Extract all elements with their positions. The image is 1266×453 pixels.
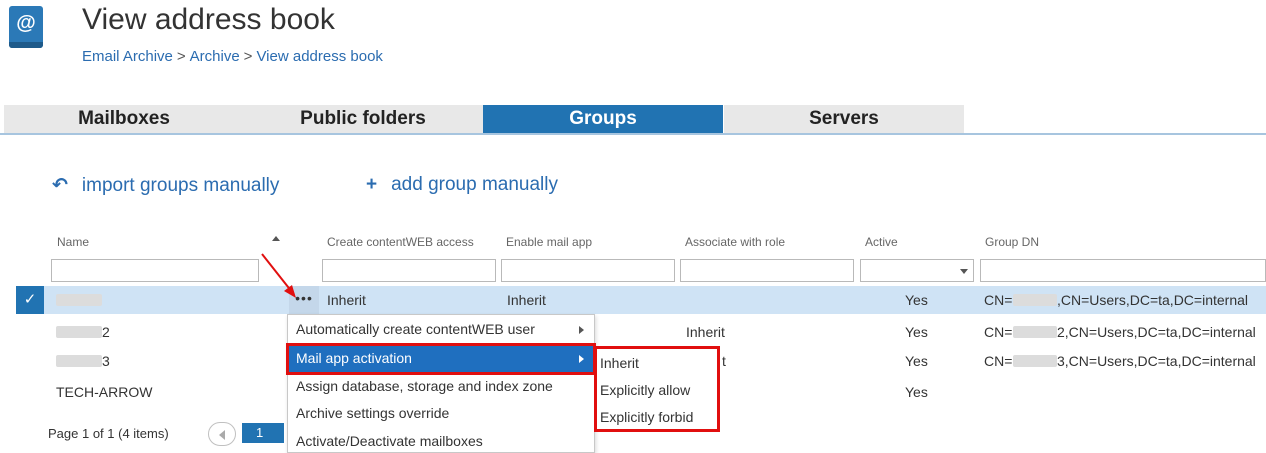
cell-name: 2 xyxy=(102,324,110,340)
cell-create-access: Inherit xyxy=(327,292,366,308)
breadcrumb-view-address-book[interactable]: View address book xyxy=(256,48,382,65)
cell-group-dn-prefix: CN= xyxy=(984,353,1013,369)
cell-group-dn-suffix: 3,CN=Users,DC=ta,DC=internal xyxy=(1057,353,1256,369)
cell-active: Yes xyxy=(905,292,928,308)
cell-role: Inherit xyxy=(686,324,725,340)
submenu-item-explicitly-allow[interactable]: Explicitly allow xyxy=(600,378,718,403)
breadcrumb: Email Archive > Archive > View address book xyxy=(82,48,383,65)
breadcrumb-separator: > xyxy=(243,48,253,65)
cell-group-dn-prefix: CN= xyxy=(984,292,1013,308)
filter-role-input[interactable] xyxy=(680,259,854,282)
cell-name: TECH-ARROW xyxy=(56,384,153,400)
tab-bar-underline xyxy=(0,133,1266,135)
redacted-name xyxy=(56,294,102,306)
cell-group-dn-suffix: ,CN=Users,DC=ta,DC=internal xyxy=(1057,292,1249,308)
breadcrumb-archive[interactable]: Archive xyxy=(190,48,240,65)
submenu-item-inherit[interactable]: Inherit xyxy=(600,351,718,376)
redacted-dn xyxy=(1013,294,1057,306)
row-checkbox-checked[interactable]: ✓ xyxy=(16,286,44,314)
tab-mailboxes[interactable]: Mailboxes xyxy=(4,105,244,133)
submenu-item-explicitly-forbid[interactable]: Explicitly forbid xyxy=(600,405,718,430)
filter-create-access-input[interactable] xyxy=(322,259,496,282)
cell-active: Yes xyxy=(905,324,928,340)
column-header-mail-app[interactable]: Enable mail app xyxy=(506,235,592,249)
redacted-name xyxy=(56,355,102,367)
import-groups-button[interactable]: ↶ import groups manually xyxy=(52,174,279,197)
row-context-menu: Automatically create contentWEB user Mai… xyxy=(286,314,596,453)
pager-previous-button[interactable] xyxy=(208,422,236,446)
cell-role: t xyxy=(722,353,726,369)
cell-active: Yes xyxy=(905,384,928,400)
column-header-name[interactable]: Name xyxy=(57,235,89,249)
tab-public-folders[interactable]: Public folders xyxy=(243,105,483,133)
filter-group-dn-input[interactable] xyxy=(980,259,1266,282)
menu-item-assign-database[interactable]: Assign database, storage and index zone xyxy=(288,373,594,401)
cell-active: Yes xyxy=(905,353,928,369)
column-header-role[interactable]: Associate with role xyxy=(685,235,785,249)
tab-servers[interactable]: Servers xyxy=(724,105,964,133)
column-header-group-dn[interactable]: Group DN xyxy=(985,235,1039,249)
menu-item-activate-deactivate[interactable]: Activate/Deactivate mailboxes xyxy=(288,428,594,453)
menu-item-mail-app-activation[interactable]: Mail app activation xyxy=(286,343,596,375)
redacted-dn xyxy=(1013,355,1057,367)
filter-mail-app-input[interactable] xyxy=(501,259,675,282)
breadcrumb-separator: > xyxy=(176,48,186,65)
chevron-right-icon xyxy=(579,355,584,363)
add-group-label: add group manually xyxy=(391,174,558,195)
chevron-right-icon xyxy=(579,326,584,334)
column-header-active[interactable]: Active xyxy=(865,235,898,249)
page-title: View address book xyxy=(82,3,335,36)
at-sign-glyph: @ xyxy=(16,12,36,34)
menu-item-archive-settings-override[interactable]: Archive settings override xyxy=(288,400,594,428)
mail-app-activation-submenu: Inherit Explicitly allow Explicitly forb… xyxy=(594,346,720,432)
tab-groups[interactable]: Groups xyxy=(483,105,723,133)
column-header-create-access[interactable]: Create contentWEB access xyxy=(327,235,474,249)
redacted-name xyxy=(56,326,102,338)
row-menu-button[interactable]: ••• xyxy=(289,286,319,314)
breadcrumb-email-archive[interactable]: Email Archive xyxy=(82,48,173,65)
pager-summary: Page 1 of 1 (4 items) xyxy=(48,426,169,441)
add-icon: + xyxy=(366,174,378,195)
menu-item-label: Mail app activation xyxy=(296,350,412,366)
pager-current-page[interactable]: 1 xyxy=(242,423,284,443)
import-groups-label: import groups manually xyxy=(81,175,280,196)
menu-item-create-contentweb-user[interactable]: Automatically create contentWEB user xyxy=(288,316,594,344)
cell-mail-app: Inherit xyxy=(507,292,546,308)
filter-active-select[interactable] xyxy=(860,259,974,282)
redacted-dn xyxy=(1013,326,1057,338)
sort-ascending-icon[interactable] xyxy=(272,236,280,241)
address-book-icon: @ xyxy=(9,6,43,48)
cell-name: 3 xyxy=(102,353,110,369)
cell-group-dn-suffix: 2,CN=Users,DC=ta,DC=internal xyxy=(1057,324,1256,340)
add-group-button[interactable]: + add group manually xyxy=(366,174,558,196)
import-icon: ↶ xyxy=(52,175,68,196)
filter-name-input[interactable] xyxy=(51,259,259,282)
cell-group-dn-prefix: CN= xyxy=(984,324,1013,340)
menu-item-label: Automatically create contentWEB user xyxy=(296,321,535,337)
